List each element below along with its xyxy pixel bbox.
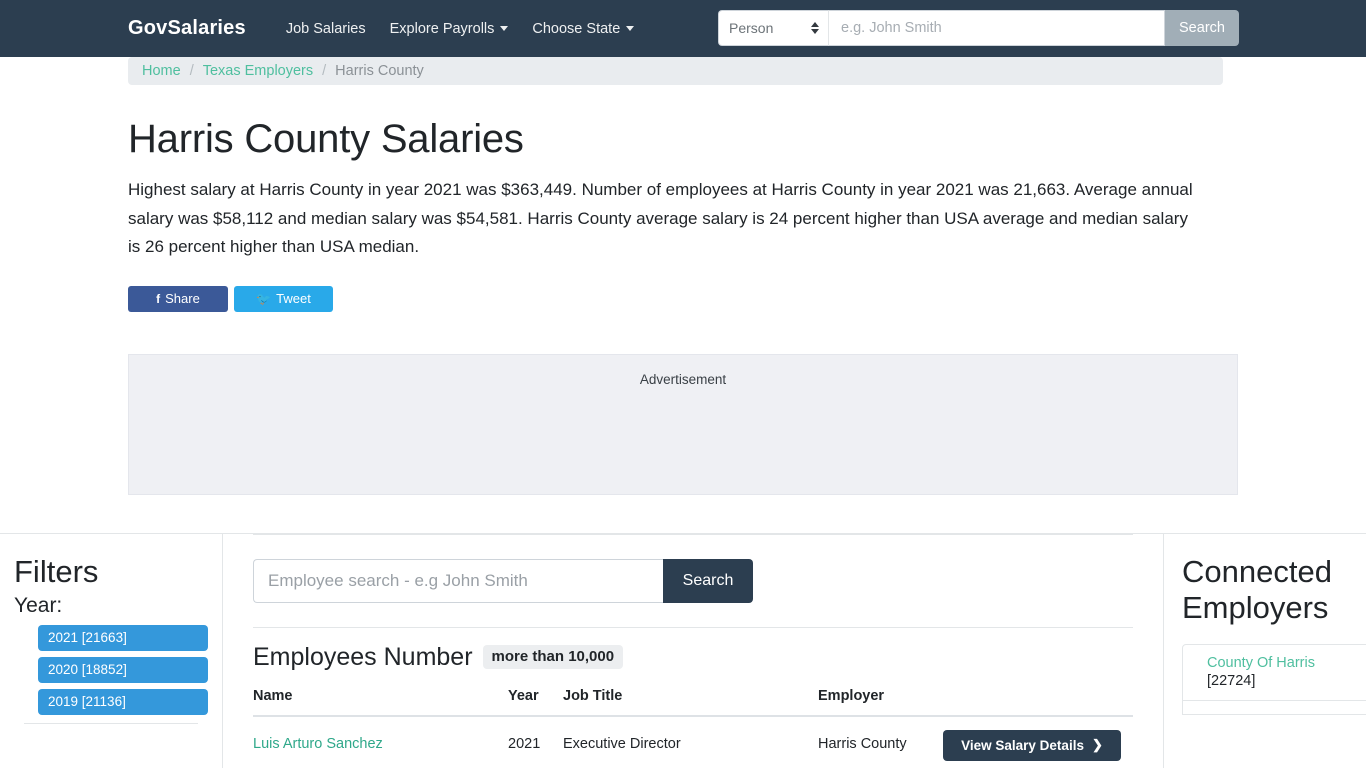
page-title: Harris County Salaries bbox=[128, 117, 524, 161]
chevron-right-icon: ❯ bbox=[1091, 737, 1103, 752]
year-filter-2021[interactable]: 2021 [21663] bbox=[38, 624, 208, 651]
column-header-year[interactable]: Year bbox=[508, 687, 563, 717]
cell-year: 2021 bbox=[508, 736, 541, 752]
lower-section: Filters Year: 2021 [21663] 2020 [18852] … bbox=[0, 533, 1366, 768]
table-row: Luis Arturo Sanchez 2021 Executive Direc… bbox=[253, 716, 1133, 761]
search-type-select-wrap: Person bbox=[718, 10, 828, 46]
nav-item-job-salaries[interactable]: Job Salaries bbox=[274, 13, 378, 45]
breadcrumb-link[interactable]: Home bbox=[142, 63, 181, 79]
filters-title: Filters bbox=[14, 553, 99, 589]
breadcrumb-link[interactable]: Texas Employers bbox=[203, 63, 313, 79]
nav-item-label: Choose State bbox=[532, 20, 621, 37]
employee-name-link[interactable]: Luis Arturo Sanchez bbox=[253, 736, 383, 752]
year-filter-2020[interactable]: 2020 [18852] bbox=[38, 656, 208, 683]
connected-employer-link[interactable]: County Of Harris bbox=[1207, 655, 1366, 671]
employee-search-input[interactable] bbox=[253, 558, 663, 603]
employees-number-title: Employees Number bbox=[253, 642, 473, 671]
year-filter-2019[interactable]: 2019 [21136] bbox=[38, 688, 208, 715]
panel-mid-divider bbox=[253, 626, 1133, 628]
facebook-icon: f bbox=[156, 291, 161, 306]
nav-item-explore-payrolls[interactable]: Explore Payrolls bbox=[378, 13, 521, 45]
global-search-button[interactable]: Search bbox=[1165, 10, 1239, 46]
global-search-form: Person Search bbox=[718, 10, 1239, 46]
connected-employer-count: [22724] bbox=[1207, 672, 1256, 689]
employee-search-button[interactable]: Search bbox=[663, 558, 753, 603]
main-container: Harris County Salaries Highest salary at… bbox=[128, 117, 1238, 495]
top-navbar: GovSalaries Job Salaries Explore Payroll… bbox=[0, 0, 1366, 57]
twitter-share-button[interactable]: 🐦 Tweet bbox=[234, 285, 333, 312]
column-header-actions bbox=[943, 687, 1133, 717]
facebook-share-button[interactable]: f Share bbox=[128, 285, 228, 312]
chevron-down-icon bbox=[626, 26, 635, 31]
nav-item-label: Job Salaries bbox=[285, 20, 366, 37]
column-header-employer[interactable]: Employer bbox=[818, 687, 943, 717]
nav-item-label: Explore Payrolls bbox=[389, 20, 495, 37]
site-logo[interactable]: GovSalaries bbox=[128, 17, 246, 40]
facebook-share-label: Share bbox=[165, 291, 200, 306]
employees-number-header: Employees Number more than 10,000 bbox=[253, 643, 1133, 672]
list-item[interactable]: County Of Harris [22724] bbox=[1182, 643, 1366, 701]
social-share-group: f Share 🐦 Tweet bbox=[128, 285, 1238, 312]
filters-divider bbox=[24, 722, 198, 724]
breadcrumb-item-texas-employers[interactable]: Texas Employers bbox=[203, 63, 313, 79]
cell-employer: Harris County bbox=[818, 736, 907, 752]
filters-sidebar: Filters Year: 2021 [21663] 2020 [18852] … bbox=[0, 533, 223, 768]
employees-panel: Search Employees Number more than 10,000… bbox=[223, 533, 1163, 768]
page-description: Highest salary at Harris County in year … bbox=[128, 180, 1193, 256]
list-item[interactable] bbox=[1182, 700, 1366, 715]
breadcrumb-separator: / bbox=[322, 63, 327, 79]
breadcrumb-item-home[interactable]: Home bbox=[142, 63, 181, 79]
primary-nav: Job Salaries Explore Payrolls Choose Sta… bbox=[274, 13, 646, 45]
connected-employers-sidebar: Connected Employers County Of Harris [22… bbox=[1163, 533, 1366, 768]
cell-job-title: Executive Director bbox=[563, 736, 681, 752]
view-salary-details-button[interactable]: View Salary Details ❯ bbox=[943, 729, 1121, 761]
chevron-down-icon bbox=[500, 26, 509, 31]
advertisement-slot: Advertisement bbox=[128, 353, 1238, 495]
search-type-select[interactable]: Person bbox=[718, 10, 828, 46]
panel-top-divider bbox=[253, 533, 1133, 535]
breadcrumb-separator: / bbox=[189, 63, 194, 79]
column-header-name[interactable]: Name bbox=[253, 687, 508, 717]
nav-item-choose-state[interactable]: Choose State bbox=[520, 13, 646, 45]
global-search-input[interactable] bbox=[828, 10, 1165, 46]
year-filter-list: 2021 [21663] 2020 [18852] 2019 [21136] bbox=[14, 624, 208, 715]
table-header-row: Name Year Job Title Employer bbox=[253, 687, 1133, 717]
twitter-share-label: Tweet bbox=[276, 291, 311, 306]
employees-table: Name Year Job Title Employer Luis Arturo… bbox=[253, 687, 1133, 761]
view-salary-details-label: View Salary Details bbox=[961, 737, 1084, 753]
year-filter-label: Year: bbox=[14, 593, 63, 617]
employees-table-head: Name Year Job Title Employer bbox=[253, 687, 1133, 717]
twitter-bird-icon: 🐦 bbox=[256, 291, 272, 306]
breadcrumb: Home / Texas Employers / Harris County bbox=[128, 57, 1223, 85]
column-header-job-title[interactable]: Job Title bbox=[563, 687, 818, 717]
advertisement-label: Advertisement bbox=[639, 371, 727, 387]
cell-action: View Salary Details ❯ bbox=[943, 716, 1133, 761]
connected-employers-title: Connected Employers bbox=[1182, 553, 1332, 625]
employee-search-form: Search bbox=[253, 558, 753, 603]
cell-name: Luis Arturo Sanchez bbox=[253, 716, 508, 760]
employees-count-badge: more than 10,000 bbox=[482, 645, 624, 669]
breadcrumb-item-current: Harris County bbox=[335, 63, 424, 79]
employees-table-body: Luis Arturo Sanchez 2021 Executive Direc… bbox=[253, 716, 1133, 761]
